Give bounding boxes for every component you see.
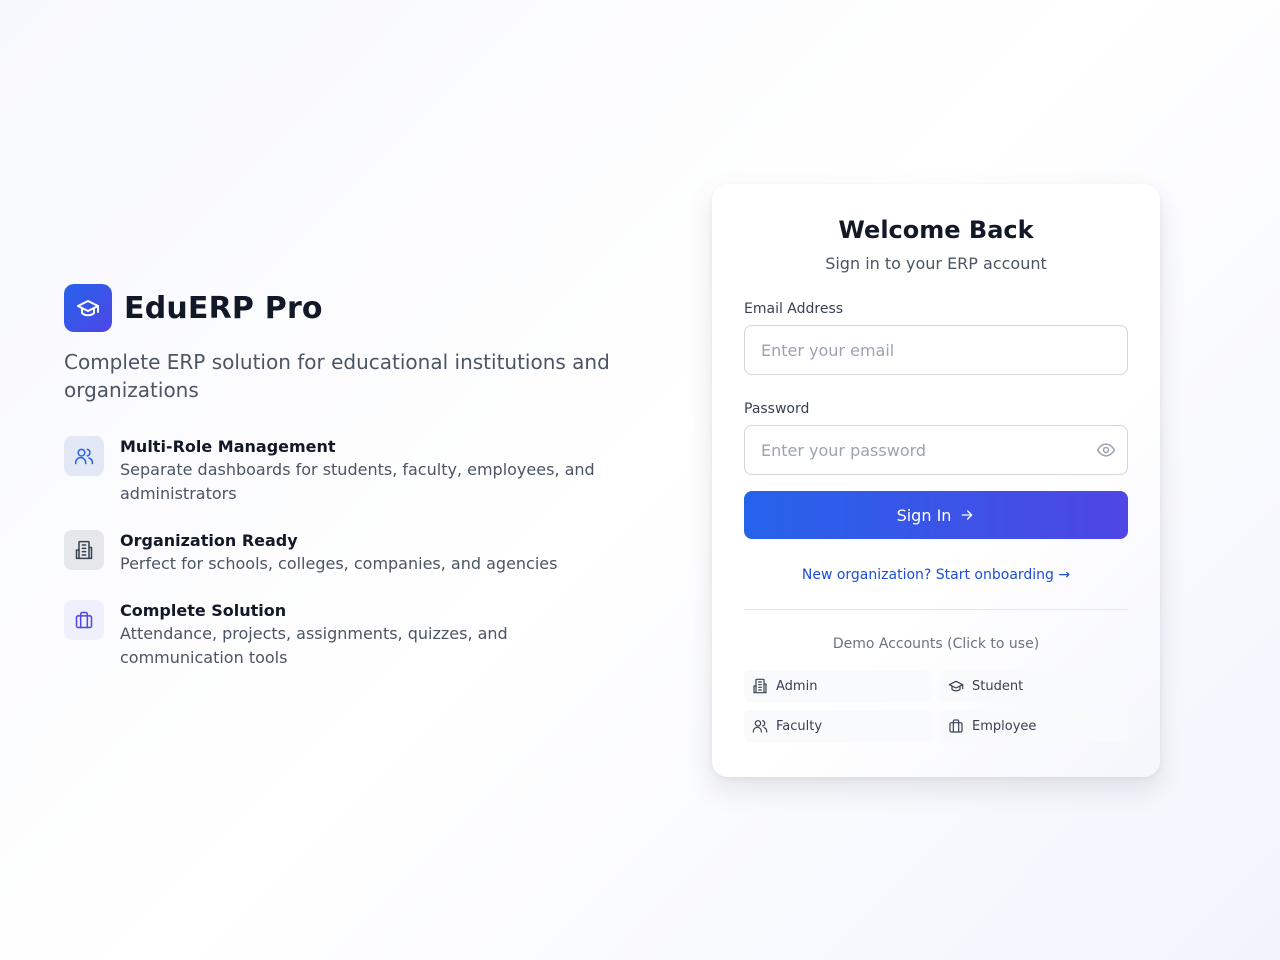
feature-description: Separate dashboards for students, facult…	[120, 460, 595, 503]
divider	[744, 609, 1128, 610]
arrow-right-icon	[959, 507, 975, 523]
feature-title: Organization Ready	[120, 531, 298, 550]
tagline: Complete ERP solution for educational in…	[64, 350, 610, 402]
feature-item-multi-role: Multi-Role Management Separate dashboard…	[64, 436, 664, 506]
sign-in-button[interactable]: Sign In	[744, 491, 1128, 539]
feature-description: Perfect for schools, colleges, companies…	[120, 554, 558, 573]
briefcase-icon	[64, 600, 104, 640]
email-label: Email Address	[744, 301, 844, 317]
login-title: Welcome Back	[838, 216, 1034, 244]
demo-account-admin[interactable]: Admin	[744, 670, 932, 702]
demo-accounts-title: Demo Accounts (Click to use)	[832, 636, 1040, 652]
email-field[interactable]	[744, 325, 1128, 375]
demo-account-student[interactable]: Student	[940, 670, 1128, 702]
demo-account-label: Faculty	[776, 718, 823, 734]
sign-in-label: Sign In	[896, 505, 952, 525]
feature-item-organization: Organization Ready Perfect for schools, …	[64, 530, 664, 576]
graduation-cap-icon	[948, 678, 964, 694]
login-card: Welcome Back Sign in to your ERP account…	[712, 184, 1160, 777]
eye-icon[interactable]	[1096, 440, 1116, 460]
building-icon	[752, 678, 768, 694]
password-label: Password	[744, 401, 810, 417]
intro-panel: EduERP Pro Complete ERP solution for edu…	[64, 284, 664, 694]
brand-name: EduERP Pro	[124, 290, 323, 326]
building-icon	[64, 530, 104, 570]
feature-description: Attendance, projects, assignments, quizz…	[120, 624, 508, 667]
onboarding-link[interactable]: New organization? Start onboarding →	[744, 567, 1128, 583]
demo-account-faculty[interactable]: Faculty	[744, 710, 932, 742]
feature-list: Multi-Role Management Separate dashboard…	[64, 436, 664, 670]
demo-account-label: Admin	[776, 678, 818, 694]
briefcase-icon	[948, 718, 964, 734]
feature-item-complete-solution: Complete Solution Attendance, projects, …	[64, 600, 664, 670]
users-icon	[64, 436, 104, 476]
graduation-cap-icon	[64, 284, 112, 332]
brand: EduERP Pro	[64, 284, 664, 332]
feature-title: Complete Solution	[120, 601, 287, 620]
password-field-wrapper	[744, 425, 1128, 475]
demo-account-label: Student	[972, 678, 1024, 694]
feature-title: Multi-Role Management	[120, 437, 336, 456]
demo-account-employee[interactable]: Employee	[940, 710, 1128, 742]
demo-accounts-grid: Admin Student Faculty Employee	[744, 670, 1128, 742]
email-field-wrapper	[744, 325, 1128, 375]
users-icon	[752, 718, 768, 734]
demo-account-label: Employee	[972, 718, 1037, 734]
login-subtitle: Sign in to your ERP account	[825, 254, 1047, 273]
password-field[interactable]	[744, 425, 1128, 475]
